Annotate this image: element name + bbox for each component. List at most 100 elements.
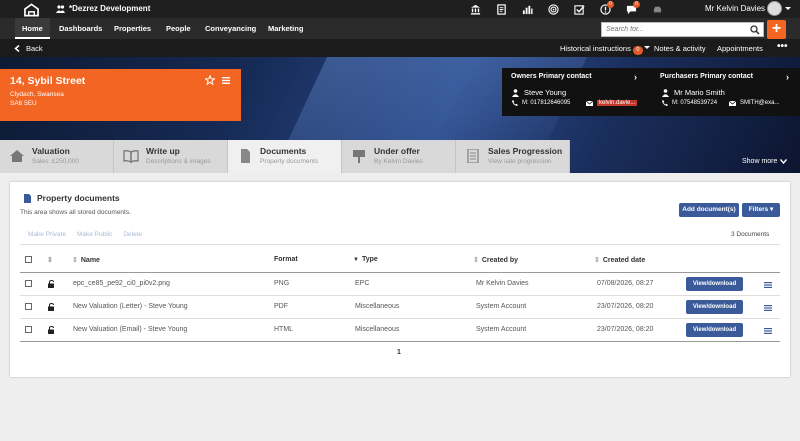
row-menu-icon[interactable] — [764, 282, 772, 288]
alert-icon[interactable]: 0 — [592, 1, 618, 16]
top-bar: *Dezrez Development 0 0 Mr Kelvin Davies — [0, 0, 800, 18]
col-created-by[interactable]: ⇕ Created by — [473, 256, 518, 265]
brand[interactable]: *Dezrez Development — [56, 4, 150, 13]
purchasers-name[interactable]: Mr Mario Smith — [662, 88, 725, 97]
doc-type: Miscellaneous — [355, 326, 400, 333]
chat-icon[interactable]: 0 — [618, 1, 644, 16]
bank-icon[interactable] — [462, 2, 488, 16]
alert-badge: 0 — [607, 1, 614, 8]
purchasers-mobile[interactable]: M: 07548539724 — [662, 100, 717, 106]
star-icon[interactable] — [205, 75, 215, 85]
historical-instructions-link[interactable]: Historical instructions 0 — [560, 44, 643, 55]
search-input[interactable] — [602, 23, 742, 36]
col-name[interactable]: ⇕ Name — [72, 256, 100, 265]
checklist-icon — [467, 149, 479, 163]
tab-sales-progression[interactable]: Sales Progression View sale progression — [456, 140, 570, 173]
tasks-icon[interactable] — [566, 2, 592, 16]
tab-valuation[interactable]: Valuation Sales: £250,000 — [0, 140, 114, 173]
table-header: ⇕ ⇕ Name Format ▼ Type ⇕ Created by ⇕ Create… — [20, 244, 780, 273]
report-icon[interactable] — [488, 2, 514, 16]
doc-name[interactable]: New Valuation (Letter) - Steve Young — [73, 303, 188, 310]
user-menu-caret-icon[interactable] — [785, 7, 791, 10]
view-download-button[interactable]: View/download — [686, 323, 743, 337]
owners-mobile[interactable]: M: 017812646095 — [512, 100, 570, 106]
purchasers-mobile-text: M: 07548539724 — [672, 100, 718, 106]
back-label: Back — [26, 44, 43, 53]
property-address: 14, Sybil Street — [10, 75, 86, 87]
panel-title: Property documents — [24, 193, 120, 203]
doc-format: PNG — [274, 280, 290, 287]
row-menu-icon[interactable] — [764, 305, 772, 311]
panel-title-text: Property documents — [37, 193, 120, 203]
mail-icon — [729, 100, 736, 106]
nav-properties[interactable]: Properties — [114, 24, 151, 33]
select-all-checkbox[interactable] — [25, 256, 32, 263]
tab-under-offer[interactable]: Under offer By Kelvin Davies — [342, 140, 456, 173]
doc-type: Miscellaneous — [355, 303, 400, 310]
col-created-date[interactable]: ⇕ Created date — [594, 256, 645, 265]
historical-count-badge: 0 — [632, 46, 643, 55]
home-logo-icon[interactable] — [24, 3, 39, 17]
tab-documents[interactable]: Documents Property documents — [228, 140, 342, 173]
row-checkbox[interactable] — [25, 303, 32, 310]
row-checkbox[interactable] — [25, 280, 32, 287]
unlock-icon[interactable] — [48, 326, 55, 334]
car-icon[interactable] — [644, 2, 670, 16]
view-download-button[interactable]: View/download — [686, 277, 743, 291]
sort-icon[interactable]: ⇕ — [47, 256, 53, 264]
row-checkbox[interactable] — [25, 326, 32, 333]
user-name[interactable]: Mr Kelvin Davies — [705, 4, 765, 13]
owners-email-text: kelvin.davie... — [597, 100, 638, 106]
target-icon[interactable] — [540, 2, 566, 16]
owners-chevron-icon[interactable]: › — [634, 72, 637, 82]
col-type-label: Type — [361, 256, 378, 263]
appointments-link[interactable]: Appointments — [717, 44, 763, 53]
chat-badge: 0 — [633, 1, 640, 8]
doc-created-by: System Account — [476, 303, 527, 310]
search-icon[interactable] — [750, 25, 760, 35]
nav-dashboards[interactable]: Dashboards — [59, 24, 102, 33]
tab-sub: Sales: £250,000 — [32, 158, 79, 165]
nav-marketing[interactable]: Marketing — [268, 24, 303, 33]
nav-people[interactable]: People — [166, 24, 191, 33]
property-menu-icon[interactable] — [222, 77, 230, 84]
purchasers-title[interactable]: Purchasers Primary contact — [660, 73, 753, 80]
col-format[interactable]: Format — [274, 256, 298, 263]
owners-name[interactable]: Steve Young — [512, 88, 566, 97]
chart-icon[interactable] — [514, 2, 540, 16]
owners-title[interactable]: Owners Primary contact — [511, 73, 592, 80]
owners-email[interactable]: kelvin.davie... — [586, 100, 638, 106]
doc-type: EPC — [355, 280, 370, 287]
unlock-icon[interactable] — [48, 303, 55, 311]
purchasers-email[interactable]: SMITH@exa... — [729, 100, 779, 106]
view-download-button[interactable]: View/download — [686, 300, 743, 314]
filters-button[interactable]: Filters ▾ — [742, 203, 780, 217]
purchasers-name-text: Mr Mario Smith — [674, 88, 725, 97]
back-button[interactable]: Back — [14, 44, 43, 53]
owners-mobile-text: M: 017812646095 — [522, 100, 571, 106]
row-menu-icon[interactable] — [764, 328, 772, 334]
unlock-icon[interactable] — [48, 280, 55, 288]
make-public-link[interactable]: Make Public — [77, 231, 112, 238]
tab-write-up[interactable]: Write up Descriptions & images — [114, 140, 228, 173]
property-tabs: Valuation Sales: £250,000 Write up Descr… — [0, 140, 570, 173]
make-private-link[interactable]: Make Private — [28, 231, 66, 238]
historical-caret-icon[interactable] — [644, 46, 650, 49]
doc-name[interactable]: epc_ce85_pe92_ci0_pi0v2.png — [73, 280, 170, 287]
notes-activity-link[interactable]: Notes & activity — [654, 44, 706, 53]
page-number[interactable]: 1 — [397, 349, 401, 356]
more-options-icon[interactable]: ••• — [777, 41, 788, 52]
col-type[interactable]: ▼ Type — [353, 256, 378, 263]
nav-home[interactable]: Home — [15, 18, 50, 39]
nav-conveyancing[interactable]: Conveyancing — [205, 24, 256, 33]
delete-link[interactable]: Delete — [123, 231, 142, 238]
add-documents-button[interactable]: Add document(s) — [679, 203, 739, 217]
chevron-down-icon — [780, 159, 788, 164]
bulk-actions: Make Private Make Public Delete — [20, 231, 142, 238]
purchasers-chevron-icon[interactable]: › — [786, 72, 789, 82]
add-new-button[interactable]: + — [767, 20, 786, 39]
doc-name[interactable]: New Valuation (Email) - Steve Young — [73, 326, 187, 333]
show-more-button[interactable]: Show more — [742, 158, 788, 165]
avatar[interactable] — [767, 1, 782, 16]
phone-icon — [662, 100, 668, 106]
